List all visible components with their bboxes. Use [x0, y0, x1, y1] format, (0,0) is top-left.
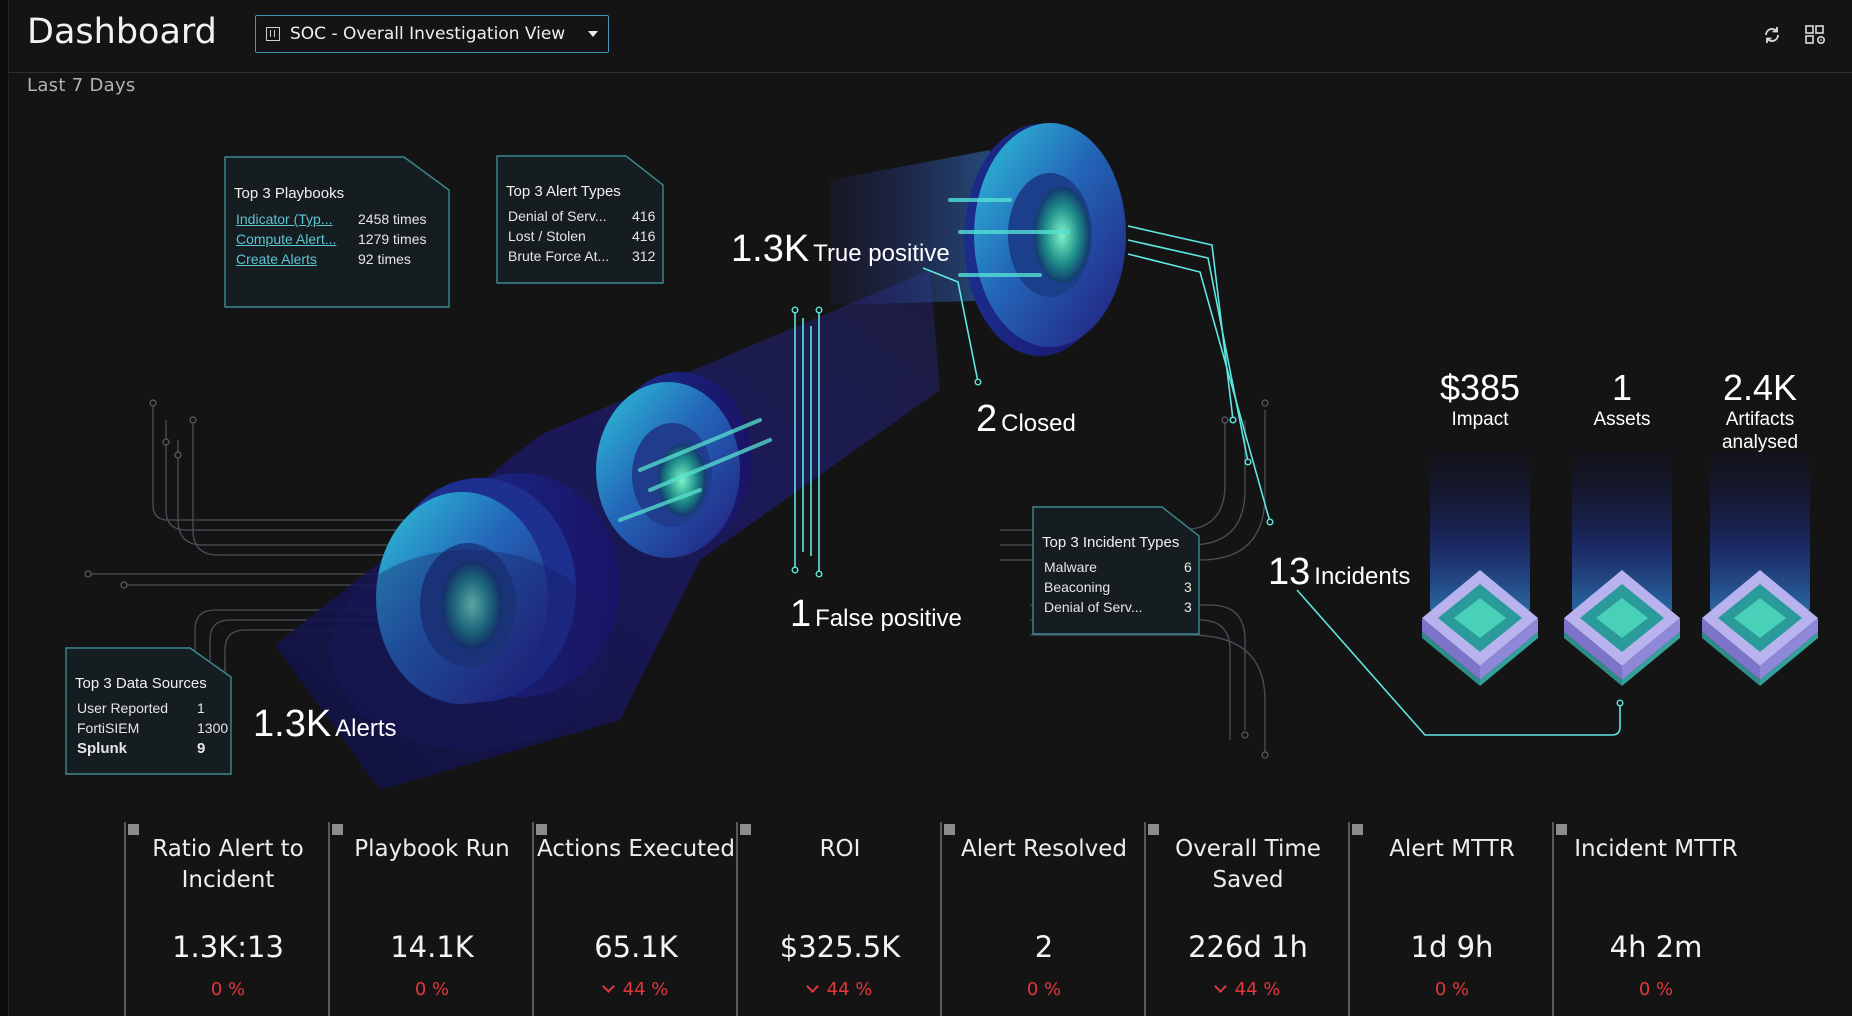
- kpi-value: 4h 2m: [1609, 930, 1703, 964]
- trend-down-icon: [601, 980, 615, 993]
- kpi-delta: 44 %: [738, 979, 942, 1000]
- kpi-tile[interactable]: Alert MTTR 1d 9h 0 %: [1348, 822, 1552, 1016]
- card-title: Top 3 Data Sources: [75, 675, 207, 692]
- kpi-tile[interactable]: Ratio Alert to Incident 1.3K:13 0 %: [124, 822, 328, 1016]
- kpi-value: 65.1K: [594, 930, 678, 964]
- list-item: FortiSIEM 1300: [77, 720, 229, 736]
- top-playbooks-card: Top 3 Playbooks Indicator (Typ... 2458 t…: [224, 156, 450, 308]
- kpi-title: Playbook Run: [354, 836, 510, 862]
- kpi-value: 1d 9h: [1410, 930, 1494, 964]
- list-item: Denial of Serv... 3: [1044, 599, 1192, 615]
- kpi-delta: 0 %: [414, 979, 450, 1000]
- kpi-title: Incident MTTR: [1574, 836, 1738, 862]
- assets-stat: 1 Assets: [1593, 367, 1651, 431]
- kpi-tile[interactable]: Alert Resolved 2 0 %: [940, 822, 1144, 1016]
- top-incident-types-card: Top 3 Incident Types Malware 6 Beaconing…: [1032, 506, 1200, 635]
- true-positive-count: 1.3K True positive: [731, 228, 950, 270]
- kpi-title: Actions Executed: [537, 836, 735, 862]
- list-item: Malware 6: [1044, 559, 1192, 575]
- kpi-delta: 44 %: [1146, 979, 1350, 1000]
- kpi-delta: 0 %: [1434, 979, 1470, 1000]
- kpi-delta: 44 %: [534, 979, 738, 1000]
- card-title: Top 3 Incident Types: [1042, 534, 1180, 551]
- kpi-title: Alert Resolved: [961, 836, 1127, 862]
- trend-down-icon: [1213, 980, 1227, 993]
- impact-stat: $385 Impact: [1439, 367, 1521, 431]
- chevron-down-icon: [588, 31, 598, 37]
- kpi-value: $325.5K: [779, 930, 901, 964]
- kpi-tiles: Ratio Alert to Incident 1.3K:13 0 % Play…: [124, 822, 1852, 1016]
- kpi-title: Ratio Alert to Incident: [152, 836, 304, 893]
- alerts-count: 1.3K Alerts: [253, 703, 397, 745]
- kpi-title: Alert MTTR: [1389, 836, 1515, 862]
- card-title: Top 3 Playbooks: [234, 185, 345, 202]
- dashboard-view-icon: [266, 27, 280, 41]
- list-item: Create Alerts 92 times: [236, 251, 411, 267]
- top-alert-types-card: Top 3 Alert Types Denial of Serv... 416 …: [496, 155, 664, 284]
- kpi-value: 226d 1h: [1188, 930, 1308, 964]
- kpi-tile[interactable]: ROI $325.5K 44 %: [736, 822, 940, 1016]
- layout-settings-icon[interactable]: [1803, 22, 1829, 48]
- list-item: Splunk 9: [77, 740, 206, 757]
- dashboard-select-value: SOC - Overall Investigation View: [290, 24, 566, 44]
- artifacts-stat: 2.4K Artifacts analysed: [1721, 367, 1799, 454]
- kpi-delta: 0 %: [1026, 979, 1062, 1000]
- page-title: Dashboard: [27, 12, 217, 52]
- kpi-title: Overall Time Saved: [1175, 836, 1321, 893]
- refresh-icon[interactable]: [1759, 22, 1785, 48]
- left-rail: [0, 0, 9, 1016]
- kpi-tile[interactable]: Overall Time Saved 226d 1h 44 %: [1144, 822, 1348, 1016]
- kpi-value: 14.1K: [390, 930, 474, 964]
- closed-count: 2 Closed: [976, 398, 1076, 440]
- list-item: User Reported 1: [77, 700, 205, 716]
- kpi-delta: 0 %: [1638, 979, 1674, 1000]
- kpi-value: 2: [1034, 930, 1054, 964]
- list-item: Indicator (Typ... 2458 times: [236, 211, 427, 227]
- kpi-tile[interactable]: Playbook Run 14.1K 0 %: [328, 822, 532, 1016]
- kpi-value: 1.3K:13: [172, 930, 284, 964]
- dashboard-header: Dashboard SOC - Overall Investigation Vi…: [9, 0, 1852, 73]
- date-range-label: Last 7 Days: [27, 75, 136, 96]
- top-data-sources-card: Top 3 Data Sources User Reported 1 Forti…: [65, 647, 232, 775]
- playbook-link[interactable]: Compute Alert...: [236, 231, 346, 247]
- trend-down-icon: [805, 980, 819, 993]
- list-item: Brute Force At... 312: [508, 248, 656, 264]
- playbook-link[interactable]: Create Alerts: [236, 251, 346, 267]
- kpi-title: ROI: [819, 836, 861, 862]
- card-title: Top 3 Alert Types: [506, 183, 621, 200]
- playbook-link[interactable]: Indicator (Typ...: [236, 211, 346, 227]
- list-item: Compute Alert... 1279 times: [236, 231, 427, 247]
- false-positive-count: 1 False positive: [790, 593, 962, 635]
- dashboard-select[interactable]: SOC - Overall Investigation View: [255, 15, 609, 53]
- incidents-count: 13 Incidents: [1268, 551, 1411, 593]
- list-item: Beaconing 3: [1044, 579, 1192, 595]
- kpi-delta: 0 %: [210, 979, 246, 1000]
- list-item: Lost / Stolen 416: [508, 228, 656, 244]
- kpi-tile[interactable]: Incident MTTR 4h 2m 0 %: [1552, 822, 1756, 1016]
- kpi-tile[interactable]: Actions Executed 65.1K 44 %: [532, 822, 736, 1016]
- list-item: Denial of Serv... 416: [508, 208, 656, 224]
